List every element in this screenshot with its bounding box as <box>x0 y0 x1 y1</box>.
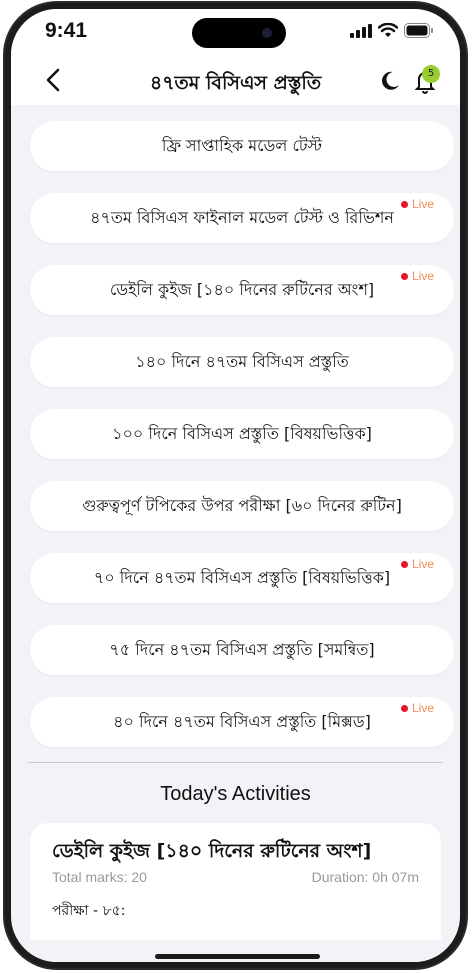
camera-icon <box>262 28 272 38</box>
duration: Duration: 0h 07m <box>311 869 419 885</box>
course-item[interactable]: ১৪০ দিনে ৪৭তম বিসিএস প্রস্তুতি <box>30 337 454 387</box>
activities-heading: Today's Activities <box>160 783 311 805</box>
course-item[interactable]: ১০০ দিনে বিসিএস প্রস্তুতি [বিষয়ভিত্তিক] <box>30 409 454 459</box>
course-item-label: ৭৫ দিনে ৪৭তম বিসিএস প্রস্তুতি [সমন্বিত] <box>109 639 375 659</box>
course-item[interactable]: ৪৭তম বিসিএস ফাইনাল মডেল টেস্ট ও রিভিশন L… <box>30 193 454 243</box>
live-label: Live <box>411 701 434 715</box>
course-item[interactable]: ফ্রি সাপ্তাহিক মডেল টেস্ট <box>30 121 454 171</box>
live-label: Live <box>411 557 434 571</box>
total-marks: Total marks: 20 <box>52 869 147 885</box>
battery-icon <box>404 23 433 38</box>
home-indicator[interactable] <box>155 954 320 959</box>
app-header: ৪৭তম বিসিএস প্রস্তুতি 5 <box>11 57 460 105</box>
course-item[interactable]: ৪০ দিনে ৪৭তম বিসিএস প্রস্তুতি [মিক্সড] L… <box>30 697 454 747</box>
dark-mode-moon-icon[interactable] <box>378 69 402 93</box>
live-dot-icon <box>400 704 408 712</box>
course-item-label: ৪০ দিনে ৪৭তম বিসিএস প্রস্তুতি [মিক্সড] <box>113 711 371 731</box>
live-indicator: Live <box>400 197 434 211</box>
live-indicator: Live <box>400 269 434 283</box>
course-item-label: গুরুত্বপূর্ণ টপিকের উপর পরীক্ষা [৬০ দিনে… <box>82 495 402 515</box>
signal-icon <box>350 23 372 38</box>
dynamic-island <box>192 18 286 48</box>
course-item-label: ১৪০ দিনে ৪৭তম বিসিএস প্রস্তুতি <box>135 351 349 371</box>
activity-card-title: ডেইলি কুইজ [১৪০ দিনের রুটিনের অংশ] <box>52 840 372 862</box>
course-item[interactable]: ৭৫ দিনে ৪৭তম বিসিএস প্রস্তুতি [সমন্বিত] <box>30 625 454 675</box>
course-item[interactable]: ৭০ দিনে ৪৭তম বিসিএস প্রস্তুতি [বিষয়ভিত্… <box>30 553 454 603</box>
activity-card-subtitle: পরীক্ষা - ৮৫: <box>52 903 126 919</box>
status-bar: 9:41 <box>11 9 460 57</box>
course-item-label: ১০০ দিনে বিসিএস প্রস্তুতি [বিষয়ভিত্তিক] <box>112 423 372 443</box>
live-dot-icon <box>400 200 408 208</box>
status-time: 9:41 <box>45 19 88 42</box>
live-label: Live <box>411 197 434 211</box>
course-list: ফ্রি সাপ্তাহিক মডেল টেস্ট ৪৭তম বিসিএস ফা… <box>30 121 454 769</box>
live-indicator: Live <box>400 557 434 571</box>
course-item[interactable]: গুরুত্বপূর্ণ টপিকের উপর পরীক্ষা [৬০ দিনে… <box>30 481 454 531</box>
notification-badge: 5 <box>422 65 440 83</box>
status-icons <box>350 23 434 38</box>
course-item[interactable]: ডেইলি কুইজ [১৪০ দিনের রুটিনের অংশ] Live <box>30 265 454 315</box>
live-dot-icon <box>400 272 408 280</box>
app-screen: 9:41 ৪৭তম বিসিএস প্রস্তুতি 5 ফ্রি সাপ্তা… <box>11 9 460 962</box>
wifi-icon <box>378 23 398 37</box>
course-item-label: ডেইলি কুইজ [১৪০ দিনের রুটিনের অংশ] <box>109 279 375 299</box>
course-item-label: ৭০ দিনে ৪৭তম বিসিএস প্রস্তুতি [বিষয়ভিত্… <box>93 567 391 587</box>
course-item-label: ৪৭তম বিসিএস ফাইনাল মডেল টেস্ট ও রিভিশন <box>90 207 394 227</box>
section-divider <box>28 762 443 763</box>
live-label: Live <box>411 269 434 283</box>
phone-frame: 9:41 ৪৭তম বিসিএস প্রস্তুতি 5 ফ্রি সাপ্তা… <box>3 1 468 970</box>
live-dot-icon <box>400 560 408 568</box>
live-indicator: Live <box>400 701 434 715</box>
course-item-label: ফ্রি সাপ্তাহিক মডেল টেস্ট <box>161 135 323 155</box>
